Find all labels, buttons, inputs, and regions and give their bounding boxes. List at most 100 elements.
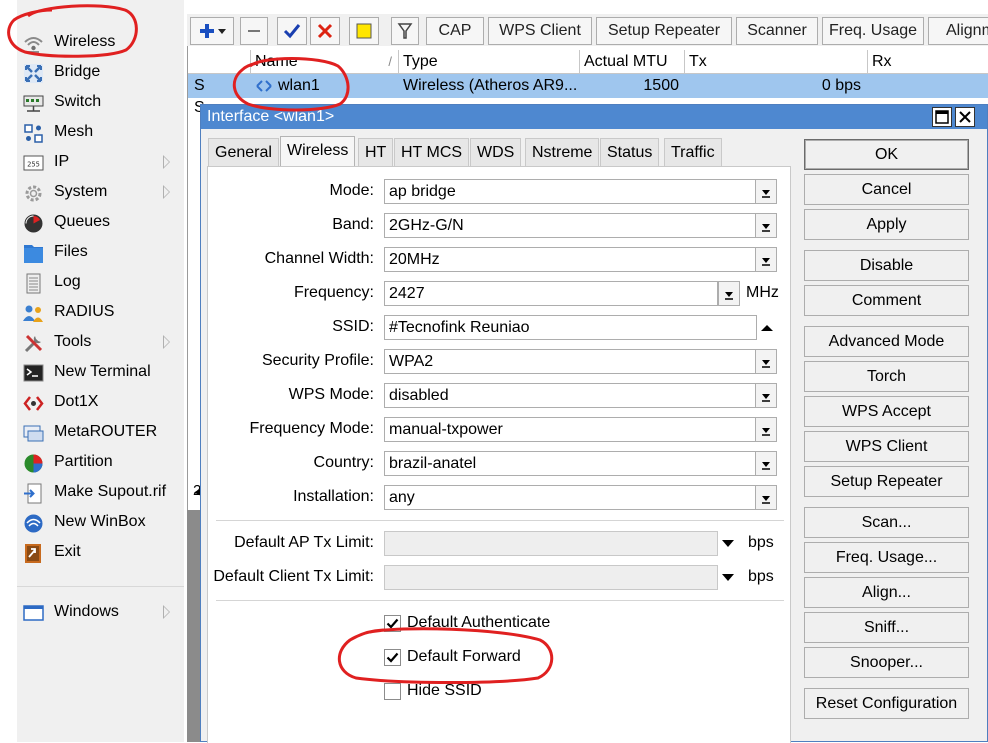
apply-button[interactable]: Apply — [804, 209, 969, 240]
align-button[interactable]: Align... — [804, 577, 969, 608]
frequency-select[interactable]: 2427 — [384, 281, 718, 306]
toolbar-scanner-button[interactable]: Scanner — [736, 17, 818, 45]
tab-ht[interactable]: HT — [358, 138, 394, 166]
wps-client-button[interactable]: WPS Client — [804, 431, 969, 462]
channel-width-dropdown-button[interactable] — [755, 247, 777, 272]
default-authenticate-checkbox[interactable]: Default Authenticate — [384, 612, 550, 634]
tab-status[interactable]: Status — [600, 138, 660, 166]
column-header-mtu[interactable]: Actual MTU — [580, 50, 685, 74]
default-ap-tx-limit-input[interactable] — [384, 531, 718, 556]
wps-mode-dropdown-button[interactable] — [755, 383, 777, 408]
cancel-button[interactable]: Cancel — [804, 174, 969, 205]
torch-button[interactable]: Torch — [804, 361, 969, 392]
security-profile-dropdown-button[interactable] — [755, 349, 777, 374]
comment-button[interactable]: Comment — [804, 285, 969, 316]
ok-button[interactable]: OK — [804, 139, 969, 170]
collapse-arrow-icon[interactable] — [760, 324, 774, 332]
column-header-tx[interactable]: Tx — [685, 50, 868, 74]
table-row[interactable]: S wlan1 Wireless (Atheros AR9... 1500 0 … — [188, 74, 988, 98]
installation-dropdown-button[interactable] — [755, 485, 777, 510]
close-button[interactable] — [955, 107, 975, 127]
setup-repeater-button[interactable]: Setup Repeater — [804, 466, 969, 497]
log-icon — [26, 273, 41, 294]
sniff-button[interactable]: Sniff... — [804, 612, 969, 643]
column-header-name[interactable]: Name / — [251, 50, 399, 74]
expand-arrow-icon[interactable] — [721, 573, 735, 582]
checkmark-icon — [386, 618, 399, 629]
menu-item-new-terminal[interactable]: New Terminal — [17, 358, 184, 388]
menu-item-windows[interactable]: Windows — [17, 598, 184, 628]
menu-item-tools[interactable]: Tools — [17, 328, 184, 358]
menu-item-system[interactable]: System — [17, 178, 184, 208]
security-profile-select[interactable]: WPA2 — [384, 349, 757, 374]
disable-button[interactable]: Disable — [804, 250, 969, 281]
mode-select[interactable]: ap bridge — [384, 179, 757, 204]
toolbar-alignment-button[interactable]: Alignment — [928, 17, 988, 45]
menu-item-dot1x[interactable]: Dot1X — [17, 388, 184, 418]
toolbar-wps-client-button[interactable]: WPS Client — [488, 17, 592, 45]
frequency-mode-dropdown-button[interactable] — [755, 417, 777, 442]
tab-wireless[interactable]: Wireless — [280, 136, 356, 167]
menu-item-ip[interactable]: 255 IP — [17, 148, 184, 178]
column-header-flag[interactable] — [188, 50, 251, 74]
snooper-button[interactable]: Snooper... — [804, 647, 969, 678]
freq-usage-button[interactable]: Freq. Usage... — [804, 542, 969, 573]
default-client-tx-limit-input[interactable] — [384, 565, 718, 590]
reset-configuration-button[interactable]: Reset Configuration — [804, 688, 969, 719]
disable-button[interactable] — [310, 17, 340, 45]
dialog-title-bar[interactable]: Interface <wlan1> — [201, 105, 987, 129]
toolbar-setup-repeater-button[interactable]: Setup Repeater — [596, 17, 732, 45]
tab-wds[interactable]: WDS — [470, 138, 522, 166]
tab-label: Nstreme — [532, 144, 593, 161]
menu-item-log[interactable]: Log — [17, 268, 184, 298]
tab-ht-mcs[interactable]: HT MCS — [394, 138, 470, 166]
country-dropdown-button[interactable] — [755, 451, 777, 476]
maximize-button[interactable] — [932, 107, 952, 127]
toolbar-cap-button[interactable]: CAP — [426, 17, 484, 45]
wps-mode-select[interactable]: disabled — [384, 383, 757, 408]
filter-button[interactable] — [391, 17, 419, 45]
checkmark-icon — [283, 24, 301, 39]
mode-dropdown-button[interactable] — [755, 179, 777, 204]
country-select[interactable]: brazil-anatel — [384, 451, 757, 476]
menu-item-exit[interactable]: Exit — [17, 538, 184, 568]
menu-item-queues[interactable]: Queues — [17, 208, 184, 238]
remove-button[interactable] — [240, 17, 268, 45]
row-flag: S — [194, 77, 205, 94]
menu-item-wireless[interactable]: Wireless — [17, 28, 184, 58]
default-forward-checkbox[interactable]: Default Forward — [384, 646, 521, 668]
hide-ssid-checkbox[interactable]: Hide SSID — [384, 680, 482, 702]
band-select[interactable]: 2GHz-G/N — [384, 213, 757, 238]
expand-arrow-icon[interactable] — [721, 539, 735, 548]
close-icon — [959, 111, 971, 123]
wps-accept-button[interactable]: WPS Accept — [804, 396, 969, 427]
advanced-mode-button[interactable]: Advanced Mode — [804, 326, 969, 357]
menu-item-bridge[interactable]: Bridge — [17, 58, 184, 88]
menu-item-files[interactable]: Files — [17, 238, 184, 268]
band-dropdown-button[interactable] — [755, 213, 777, 238]
menu-item-switch[interactable]: Switch — [17, 88, 184, 118]
comment-button[interactable] — [349, 17, 379, 45]
menu-item-radius[interactable]: RADIUS — [17, 298, 184, 328]
menu-item-new-winbox[interactable]: New WinBox — [17, 508, 184, 538]
tab-traffic[interactable]: Traffic — [664, 138, 722, 166]
column-header-rx[interactable]: Rx — [868, 50, 988, 74]
add-button[interactable] — [190, 17, 234, 45]
menu-item-metarouter[interactable]: MetaROUTER — [17, 418, 184, 448]
scan-button[interactable]: Scan... — [804, 507, 969, 538]
menu-item-mesh[interactable]: Mesh — [17, 118, 184, 148]
button-label: Reset Configuration — [815, 694, 958, 712]
menu-item-partition[interactable]: Partition — [17, 448, 184, 478]
installation-select[interactable]: any — [384, 485, 757, 510]
checkbox-box — [384, 648, 401, 666]
tab-general[interactable]: General — [208, 138, 279, 166]
column-header-type[interactable]: Type — [399, 50, 580, 74]
ssid-input[interactable]: #Tecnofink Reuniao — [384, 315, 757, 340]
frequency-dropdown-button[interactable] — [718, 281, 740, 306]
frequency-mode-select[interactable]: manual-txpower — [384, 417, 757, 442]
channel-width-select[interactable]: 20MHz — [384, 247, 757, 272]
menu-item-make-supout[interactable]: Make Supout.rif — [17, 478, 184, 508]
toolbar-freq-usage-button[interactable]: Freq. Usage — [822, 17, 924, 45]
tab-nstreme[interactable]: Nstreme — [525, 138, 600, 166]
enable-button[interactable] — [277, 17, 307, 45]
